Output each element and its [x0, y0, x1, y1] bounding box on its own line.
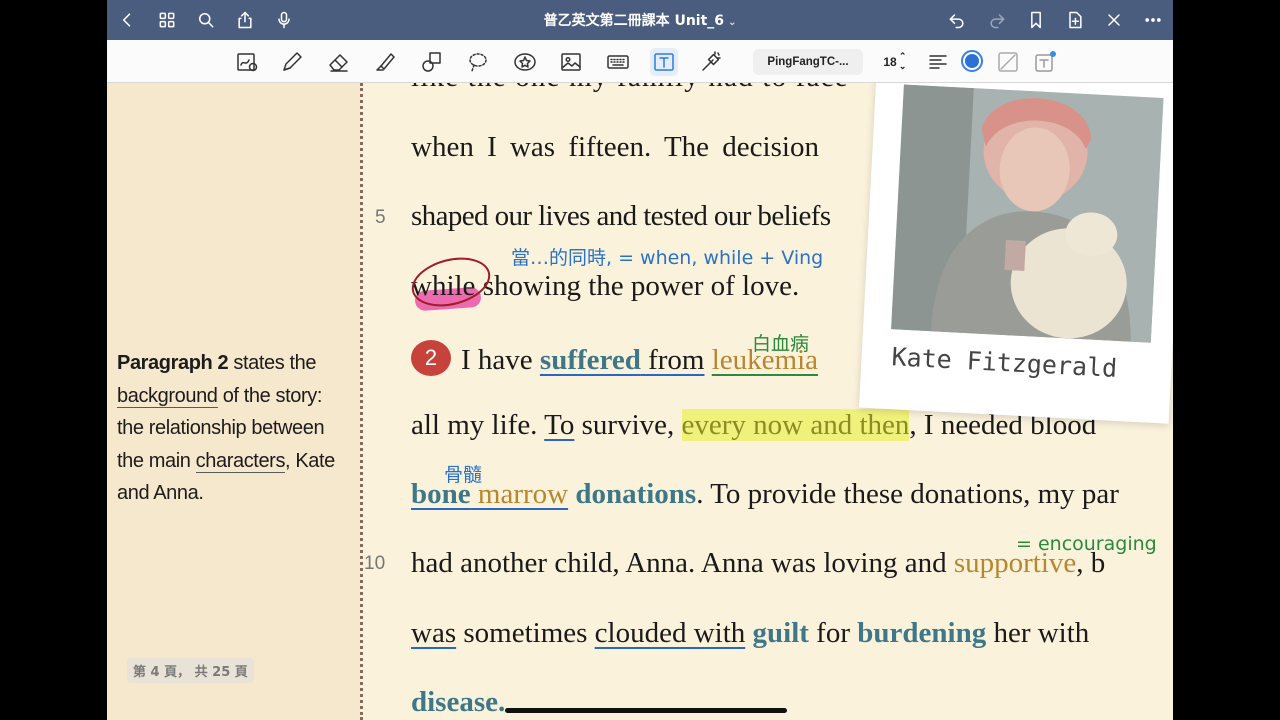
text-tool-icon[interactable]: [650, 48, 678, 76]
text-line: disease.: [411, 686, 505, 719]
note-paragraph-label: Paragraph 2: [117, 352, 229, 374]
text-word-to: To: [544, 409, 575, 441]
photo-card: Kate Fitzgerald: [858, 83, 1173, 424]
font-size-picker[interactable]: 18 ⌃⌄: [875, 49, 915, 75]
document-title[interactable]: 普乙英文第二冊課本 Unit_6 ⌄: [107, 10, 1173, 30]
vocab-leukemia: leukemia: [711, 344, 819, 376]
text-line: was sometimes clouded with guilt for bur…: [411, 617, 1089, 650]
lasso-tool-icon[interactable]: [464, 48, 492, 76]
text-span: from: [640, 344, 705, 376]
highlighter-tool-icon[interactable]: [371, 48, 399, 76]
read-only-mode-icon[interactable]: [233, 48, 261, 76]
stepper-icon: ⌃⌄: [898, 52, 909, 72]
paragraph-number-badge: 2: [411, 340, 451, 376]
vocab-disease: disease.: [411, 686, 506, 718]
text-span: , b: [1076, 547, 1106, 579]
text-align-icon[interactable]: [924, 48, 952, 76]
photo-caption: Kate Fitzgerald: [890, 342, 1118, 383]
font-size-value: 18: [883, 55, 897, 69]
note-text: states the: [228, 352, 317, 374]
text-style-icon[interactable]: [1031, 48, 1059, 76]
text-span: [745, 617, 752, 649]
selected-color-icon: [965, 54, 979, 68]
note-keyword-background: background: [117, 384, 218, 408]
keyboard-tool-icon[interactable]: [604, 48, 632, 76]
page-counter: 第 4 頁， 共 25 頁: [127, 658, 254, 683]
girl-portrait-image: [891, 84, 1164, 343]
text-span: survive,: [574, 409, 682, 441]
laser-pointer-icon[interactable]: [697, 48, 725, 76]
top-navigation-bar: 普乙英文第二冊課本 Unit_6 ⌄: [107, 0, 1173, 40]
note-keyword-characters: characters: [195, 449, 286, 473]
bookmark-icon[interactable]: [1022, 6, 1050, 34]
text-line: shaped our lives and tested our beliefs: [411, 200, 831, 233]
text-span: for: [808, 617, 858, 649]
redo-icon[interactable]: [983, 6, 1011, 34]
line-number: 10: [364, 553, 386, 574]
add-page-icon[interactable]: [1061, 6, 1089, 34]
text-span: like the one my family had to face: [411, 83, 849, 93]
annotation-while[interactable]: 當…的同時, = when, while + Ving: [511, 243, 823, 270]
ipad-screen: 普乙英文第二冊課本 Unit_6 ⌄ PingFangTC-... 18 ⌃⌄ …: [107, 0, 1173, 720]
text-line: when I was fifteen. The decision: [411, 131, 819, 164]
image-tool-icon[interactable]: [557, 48, 585, 76]
margin-divider: [360, 83, 363, 720]
vocab-donations: donations: [575, 478, 697, 510]
font-family-picker[interactable]: PingFangTC-...: [753, 49, 863, 75]
vocab-bone: bone: [411, 478, 471, 510]
sticker-tool-icon[interactable]: [511, 48, 539, 76]
close-pen-icon[interactable]: [1100, 6, 1128, 34]
phrase-clouded-with: clouded with: [594, 617, 746, 649]
text-span: shaped our lives and tested our beliefs: [411, 200, 831, 232]
line-number: 5: [375, 207, 386, 228]
more-options-icon[interactable]: [1139, 6, 1167, 34]
text-line: bone marrow donations. To provide these …: [411, 478, 1119, 511]
highlighted-phrase: every now and then: [681, 409, 910, 441]
text-word-was: was: [411, 617, 457, 649]
pen-tool-icon[interactable]: [278, 48, 306, 76]
home-indicator[interactable]: [505, 708, 787, 713]
undo-icon[interactable]: [943, 6, 971, 34]
text-span: showing the power of love.: [475, 270, 800, 302]
document-title-text: 普乙英文第二冊課本 Unit_6: [543, 13, 725, 29]
vocab-marrow: marrow: [470, 478, 569, 510]
text-span: her with: [986, 617, 1090, 649]
vocab-suffered: suffered: [539, 344, 641, 376]
annotation-toolbar: PingFangTC-... 18 ⌃⌄: [107, 40, 1173, 83]
vocab-burdening: burdening: [857, 617, 987, 649]
text-span: all my life.: [411, 409, 545, 441]
text-span: . To provide these donations, my par: [696, 478, 1119, 510]
text-span: had another child, Anna. Anna was loving…: [411, 547, 954, 579]
text-color-swatch[interactable]: [961, 50, 983, 72]
shapes-tool-icon[interactable]: [418, 48, 446, 76]
text-span: sometimes: [456, 617, 595, 649]
vocab-guilt: guilt: [752, 617, 809, 649]
chevron-down-icon: ⌄: [728, 17, 737, 28]
text-line: like the one my family had to face: [411, 83, 849, 94]
no-fill-icon[interactable]: [994, 48, 1022, 76]
text-span: [704, 344, 711, 376]
text-span: I have: [461, 344, 540, 376]
text-line: had another child, Anna. Anna was loving…: [411, 547, 1105, 580]
eraser-tool-icon[interactable]: [325, 48, 353, 76]
document-page: Paragraph 2 states the background of the…: [107, 83, 1173, 720]
kate-photo: [891, 84, 1164, 343]
text-span: when I was fifteen. The decision: [411, 131, 819, 163]
text-line: 2 I have suffered from leukemia: [411, 340, 818, 377]
margin-note: Paragraph 2 states the background of the…: [117, 347, 352, 510]
vocab-supportive: supportive: [953, 547, 1077, 579]
